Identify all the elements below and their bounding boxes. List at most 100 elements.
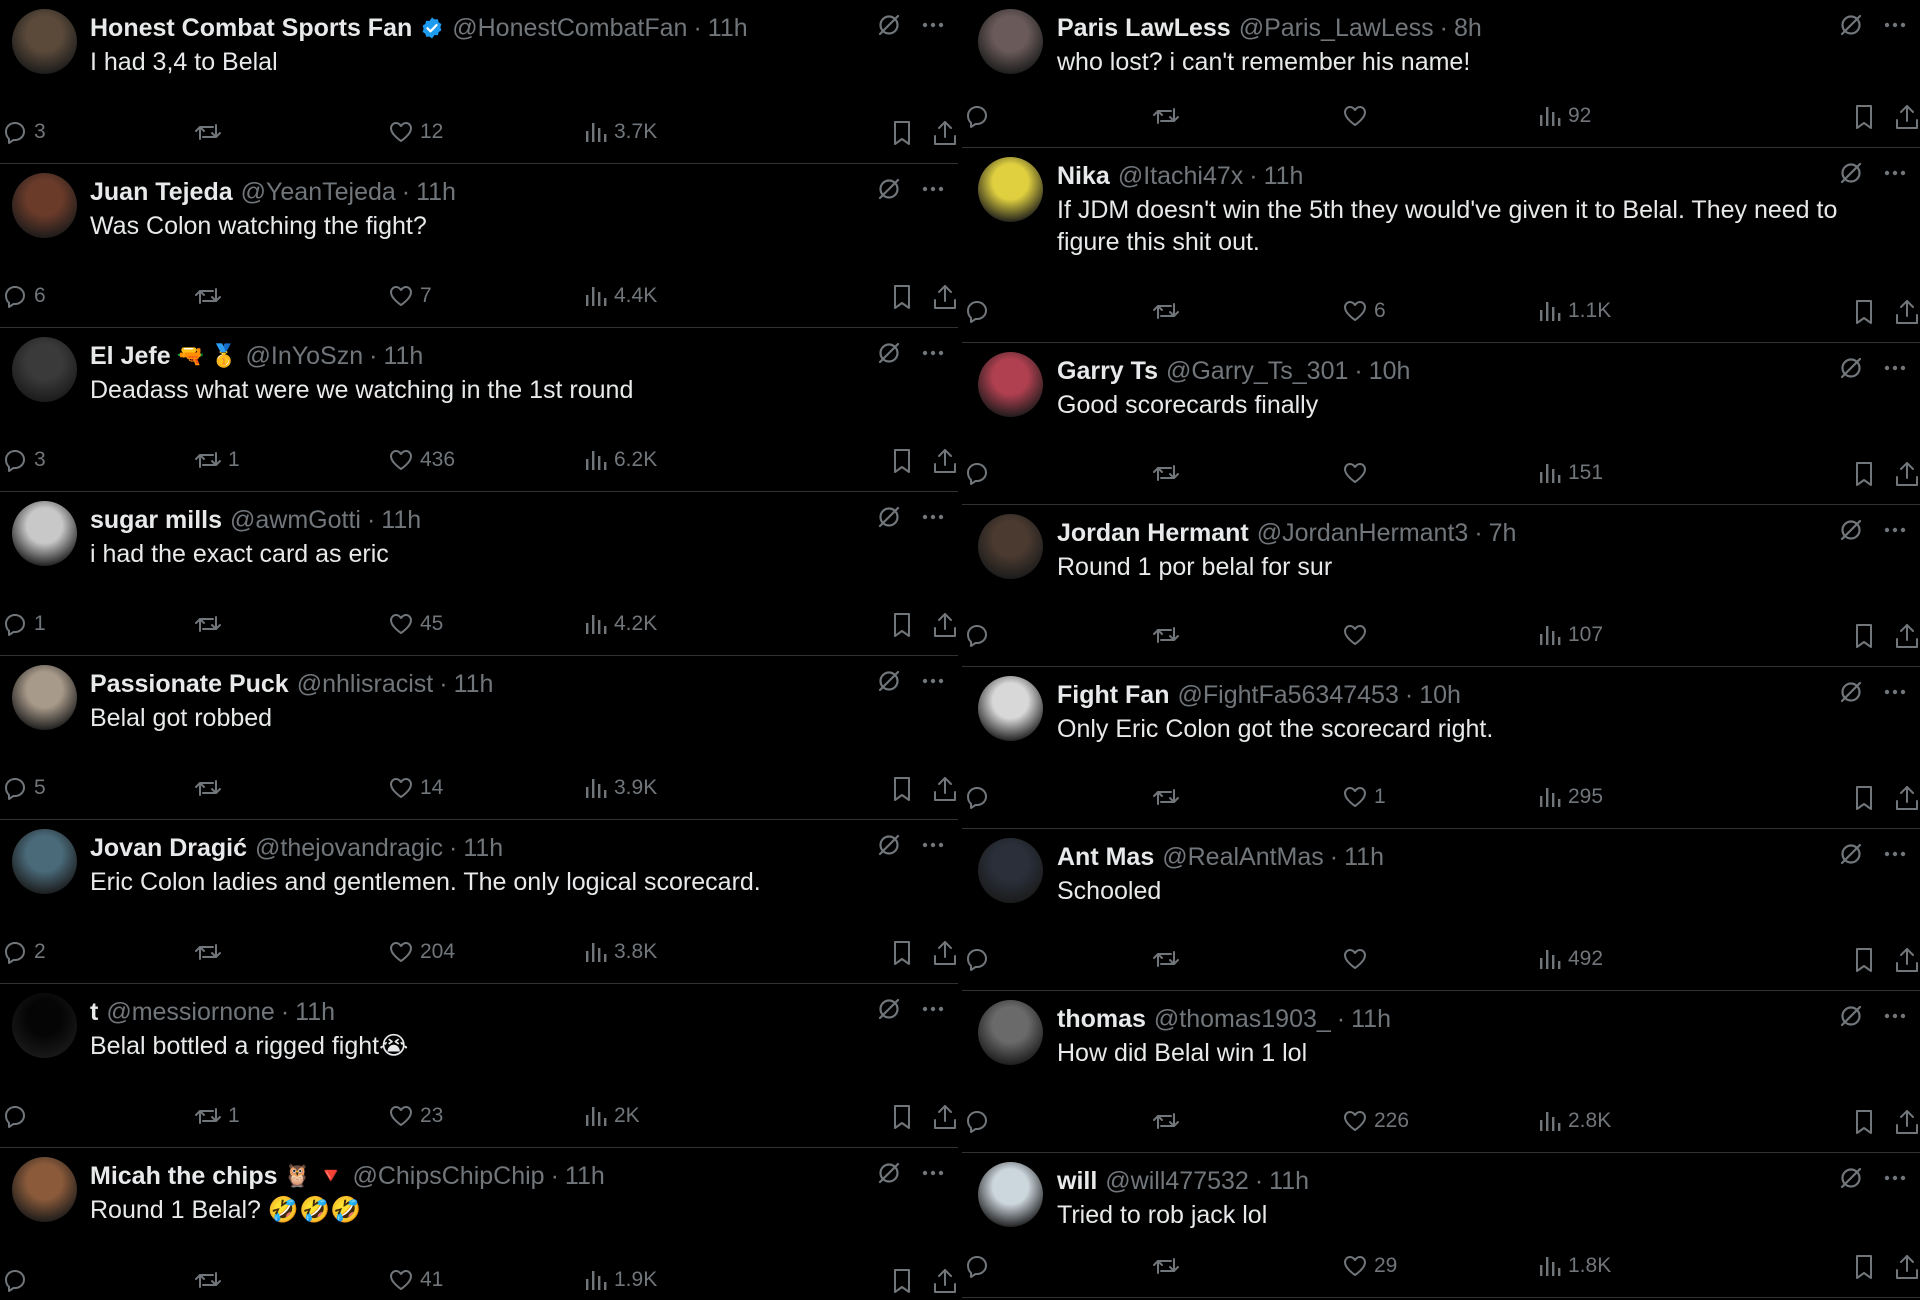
display-name[interactable]: El Jefe	[90, 342, 171, 371]
like-button[interactable]	[1342, 103, 1374, 129]
like-button[interactable]	[1342, 622, 1374, 648]
post-time[interactable]: 7h	[1489, 519, 1517, 548]
repost-button[interactable]	[194, 939, 228, 965]
avatar[interactable]	[978, 9, 1043, 74]
tweet[interactable]: Jordan Hermant @JordanHermant3 · 7h Roun…	[962, 505, 1920, 667]
share-button[interactable]	[932, 1267, 958, 1295]
reply-button[interactable]: 3	[2, 119, 46, 145]
views-button[interactable]: 295	[1538, 784, 1603, 810]
display-name[interactable]: Fight Fan	[1057, 681, 1169, 710]
repost-button[interactable]	[1152, 103, 1186, 129]
views-button[interactable]: 492	[1538, 946, 1603, 972]
views-button[interactable]: 2.8K	[1538, 1108, 1611, 1134]
bookmark-button[interactable]	[1852, 1253, 1876, 1281]
grok-icon[interactable]	[1838, 679, 1864, 705]
share-button[interactable]	[1894, 946, 1920, 974]
bookmark-button[interactable]	[1852, 622, 1876, 650]
grok-icon[interactable]	[1838, 355, 1864, 381]
repost-button[interactable]: 1	[194, 1103, 240, 1129]
bookmark-button[interactable]	[1852, 784, 1876, 812]
avatar[interactable]	[12, 829, 77, 894]
grok-icon[interactable]	[876, 176, 902, 202]
views-button[interactable]: 4.4K	[584, 283, 657, 309]
reply-button[interactable]	[964, 946, 996, 972]
grok-icon[interactable]	[1838, 1165, 1864, 1191]
display-name[interactable]: Paris LawLess	[1057, 14, 1231, 43]
tweet[interactable]: thomas @thomas1903_ · 11h How did Belal …	[962, 991, 1920, 1153]
bookmark-button[interactable]	[1852, 298, 1876, 326]
more-options-icon[interactable]	[922, 842, 944, 848]
share-button[interactable]	[1894, 784, 1920, 812]
display-name[interactable]: Micah the chips	[90, 1162, 278, 1191]
views-button[interactable]: 92	[1538, 103, 1591, 129]
display-name[interactable]: Garry Ts	[1057, 357, 1158, 386]
more-options-icon[interactable]	[922, 1006, 944, 1012]
reply-button[interactable]: 5	[2, 775, 46, 801]
post-time[interactable]: 11h	[381, 506, 421, 535]
user-handle[interactable]: @YeanTejeda	[241, 178, 396, 207]
share-button[interactable]	[1894, 1253, 1920, 1281]
like-button[interactable]: 45	[388, 611, 443, 637]
views-button[interactable]: 3.9K	[584, 775, 657, 801]
like-button[interactable]: 226	[1342, 1108, 1409, 1134]
repost-button[interactable]	[1152, 460, 1186, 486]
views-button[interactable]: 3.7K	[584, 119, 657, 145]
reply-button[interactable]	[964, 1253, 996, 1279]
share-button[interactable]	[932, 775, 958, 803]
repost-button[interactable]	[1152, 1108, 1186, 1134]
post-time[interactable]: 10h	[1419, 681, 1461, 710]
tweet[interactable]: Honest Combat Sports Fan @HonestCombatFa…	[0, 0, 958, 164]
repost-button[interactable]	[194, 775, 228, 801]
share-button[interactable]	[932, 119, 958, 147]
bookmark-button[interactable]	[1852, 1108, 1876, 1136]
views-button[interactable]: 1.8K	[1538, 1253, 1611, 1279]
post-time[interactable]: 11h	[383, 342, 423, 371]
bookmark-button[interactable]	[1852, 946, 1876, 974]
reply-button[interactable]	[964, 298, 996, 324]
like-button[interactable]	[1342, 946, 1374, 972]
avatar[interactable]	[978, 352, 1043, 417]
user-handle[interactable]: @InYoSzn	[246, 342, 364, 371]
repost-button[interactable]	[194, 1267, 228, 1293]
post-time[interactable]: 11h	[454, 670, 494, 699]
like-button[interactable]: 12	[388, 119, 443, 145]
grok-icon[interactable]	[1838, 841, 1864, 867]
grok-icon[interactable]	[1838, 1003, 1864, 1029]
grok-icon[interactable]	[876, 996, 902, 1022]
avatar[interactable]	[12, 1157, 77, 1222]
like-button[interactable]: 29	[1342, 1253, 1397, 1279]
user-handle[interactable]: @RealAntMas	[1162, 843, 1324, 872]
views-button[interactable]: 2K	[584, 1103, 640, 1129]
share-button[interactable]	[932, 447, 958, 475]
tweet[interactable]: Garry Ts @Garry_Ts_301 · 10h Good scorec…	[962, 343, 1920, 505]
post-time[interactable]: 11h	[1264, 162, 1304, 191]
more-options-icon[interactable]	[1884, 527, 1906, 533]
bookmark-button[interactable]	[1852, 103, 1876, 131]
views-button[interactable]: 107	[1538, 622, 1603, 648]
tweet[interactable]: Juan Tejeda @YeanTejeda · 11h Was Colon …	[0, 164, 958, 328]
repost-button[interactable]	[1152, 298, 1186, 324]
grok-icon[interactable]	[876, 504, 902, 530]
display-name[interactable]: Honest Combat Sports Fan	[90, 14, 412, 43]
display-name[interactable]: Passionate Puck	[90, 670, 289, 699]
reply-button[interactable]: 1	[2, 611, 46, 637]
display-name[interactable]: will	[1057, 1167, 1097, 1196]
like-button[interactable]: 41	[388, 1267, 443, 1293]
bookmark-button[interactable]	[890, 775, 914, 803]
views-button[interactable]: 1.9K	[584, 1267, 657, 1293]
user-handle[interactable]: @HonestCombatFan	[452, 14, 687, 43]
more-options-icon[interactable]	[1884, 851, 1906, 857]
share-button[interactable]	[932, 283, 958, 311]
tweet[interactable]: Micah the chips 🦉 🔻 @ChipsChipChip · 11h…	[0, 1148, 958, 1300]
avatar[interactable]	[978, 838, 1043, 903]
like-button[interactable]: 1	[1342, 784, 1386, 810]
more-options-icon[interactable]	[1884, 365, 1906, 371]
like-button[interactable]	[1342, 460, 1374, 486]
grok-icon[interactable]	[1838, 517, 1864, 543]
tweet[interactable]: sugar mills @awmGotti · 11h i had the ex…	[0, 492, 958, 656]
avatar[interactable]	[12, 337, 77, 402]
reply-button[interactable]	[2, 1267, 34, 1293]
post-time[interactable]: 11h	[463, 834, 503, 863]
bookmark-button[interactable]	[890, 611, 914, 639]
bookmark-button[interactable]	[890, 939, 914, 967]
